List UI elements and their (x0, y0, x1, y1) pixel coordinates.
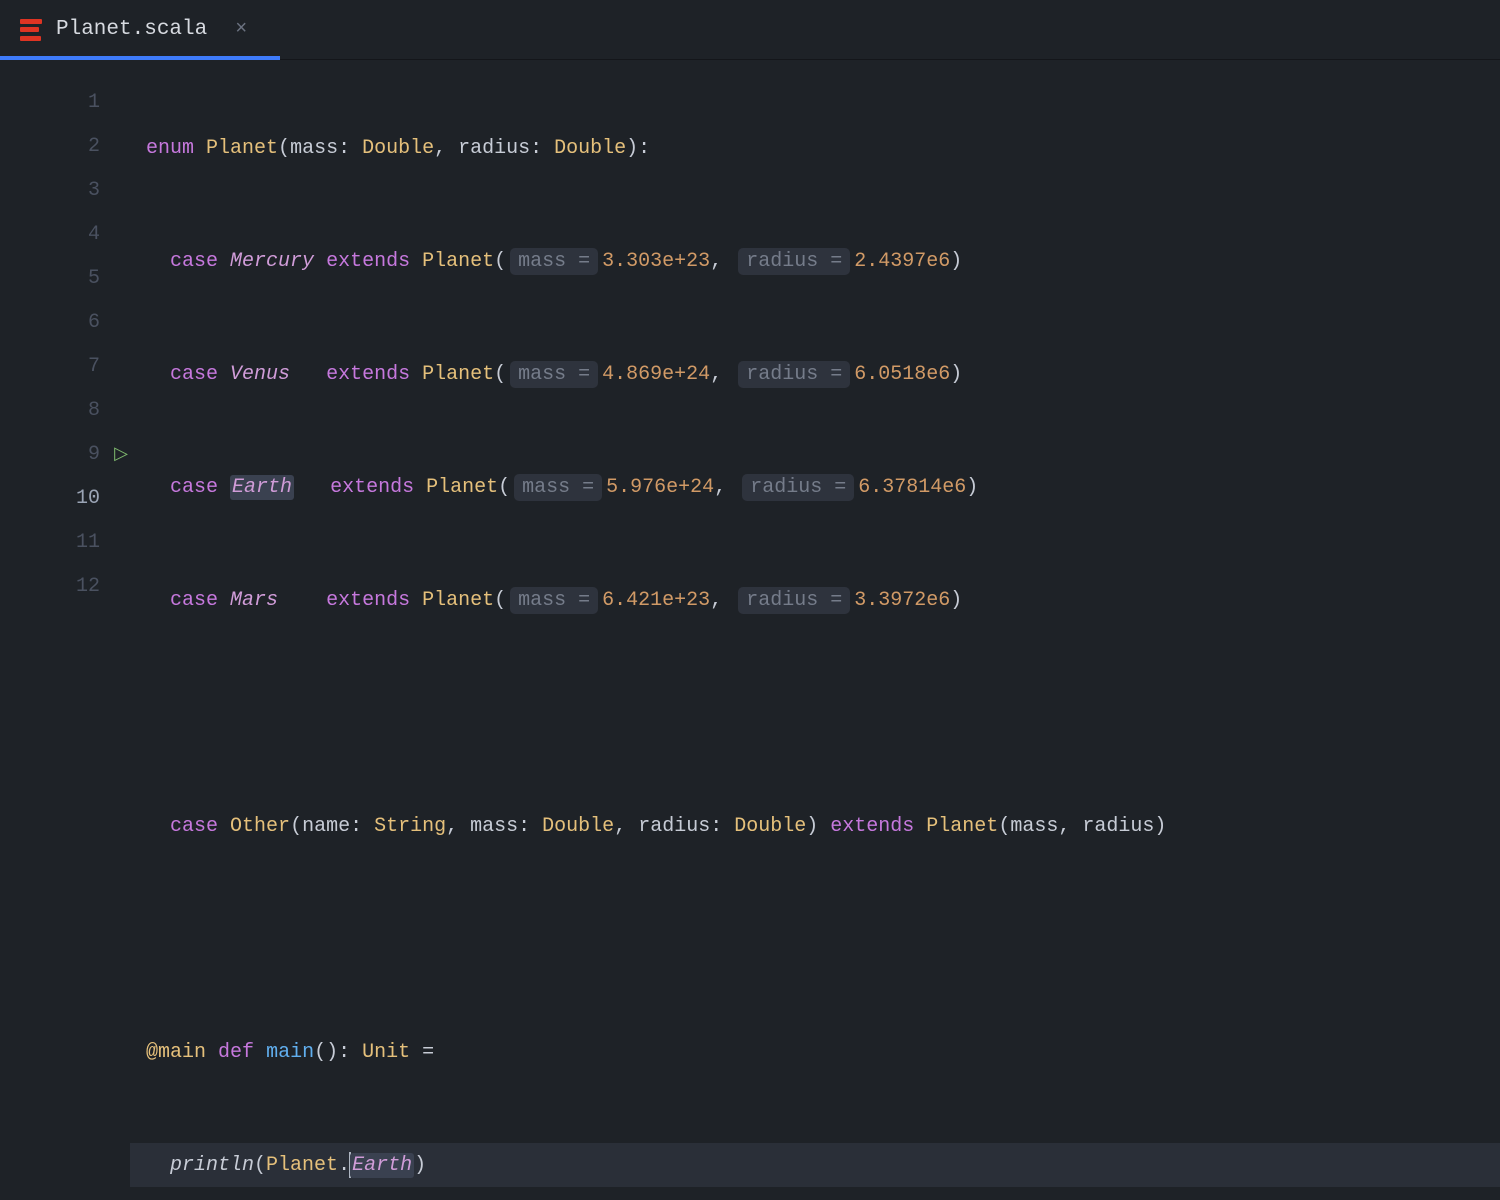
code-line[interactable]: enum Planet(mass: Double, radius: Double… (130, 126, 1500, 170)
code-area[interactable]: enum Planet(mass: Double, radius: Double… (130, 60, 1500, 600)
line-number[interactable]: 8 (0, 388, 130, 432)
editor-tab[interactable]: Planet.scala × (0, 0, 280, 59)
line-number[interactable]: 4 (0, 212, 130, 256)
tab-filename: Planet.scala (56, 18, 207, 41)
inlay-hint: mass = (510, 361, 598, 388)
code-line[interactable]: println(Planet.Earth) (130, 1143, 1500, 1187)
code-line[interactable]: @main def main(): Unit = (130, 1030, 1500, 1074)
inlay-hint: radius = (742, 474, 854, 501)
code-line[interactable]: case Venus extends Planet(mass =4.869e+2… (130, 352, 1500, 396)
line-number[interactable]: 2 (0, 124, 130, 168)
code-line[interactable]: case Mars extends Planet(mass =6.421e+23… (130, 578, 1500, 622)
gutter: 1 2 3 4 5 6 7 8 9▷ 10 11 12 (0, 60, 130, 600)
line-number[interactable]: 1 (0, 80, 130, 124)
line-number[interactable]: 11 (0, 520, 130, 564)
code-line[interactable] (130, 917, 1500, 961)
line-number[interactable]: 6 (0, 300, 130, 344)
inlay-hint: radius = (738, 248, 850, 275)
highlighted-symbol: Earth (350, 1153, 414, 1178)
line-number[interactable]: 9▷ (0, 432, 130, 476)
inlay-hint: radius = (738, 361, 850, 388)
code-line[interactable] (130, 691, 1500, 735)
editor: 1 2 3 4 5 6 7 8 9▷ 10 11 12 enum Planet(… (0, 60, 1500, 600)
inlay-hint: mass = (510, 587, 598, 614)
scala-icon (20, 19, 42, 41)
line-number[interactable]: 5 (0, 256, 130, 300)
code-line[interactable]: case Earth extends Planet(mass =5.976e+2… (130, 465, 1500, 509)
line-number[interactable]: 7 (0, 344, 130, 388)
line-number[interactable]: 10 (0, 476, 130, 520)
code-line[interactable]: case Other(name: String, mass: Double, r… (130, 804, 1500, 848)
inlay-hint: radius = (738, 587, 850, 614)
line-number[interactable]: 12 (0, 564, 130, 608)
inlay-hint: mass = (514, 474, 602, 501)
line-number[interactable]: 3 (0, 168, 130, 212)
close-icon[interactable]: × (231, 18, 251, 41)
highlighted-symbol: Earth (230, 475, 294, 500)
code-line[interactable]: case Mercury extends Planet(mass =3.303e… (130, 239, 1500, 283)
tab-bar: Planet.scala × (0, 0, 1500, 60)
run-icon[interactable]: ▷ (114, 443, 128, 465)
inlay-hint: mass = (510, 248, 598, 275)
